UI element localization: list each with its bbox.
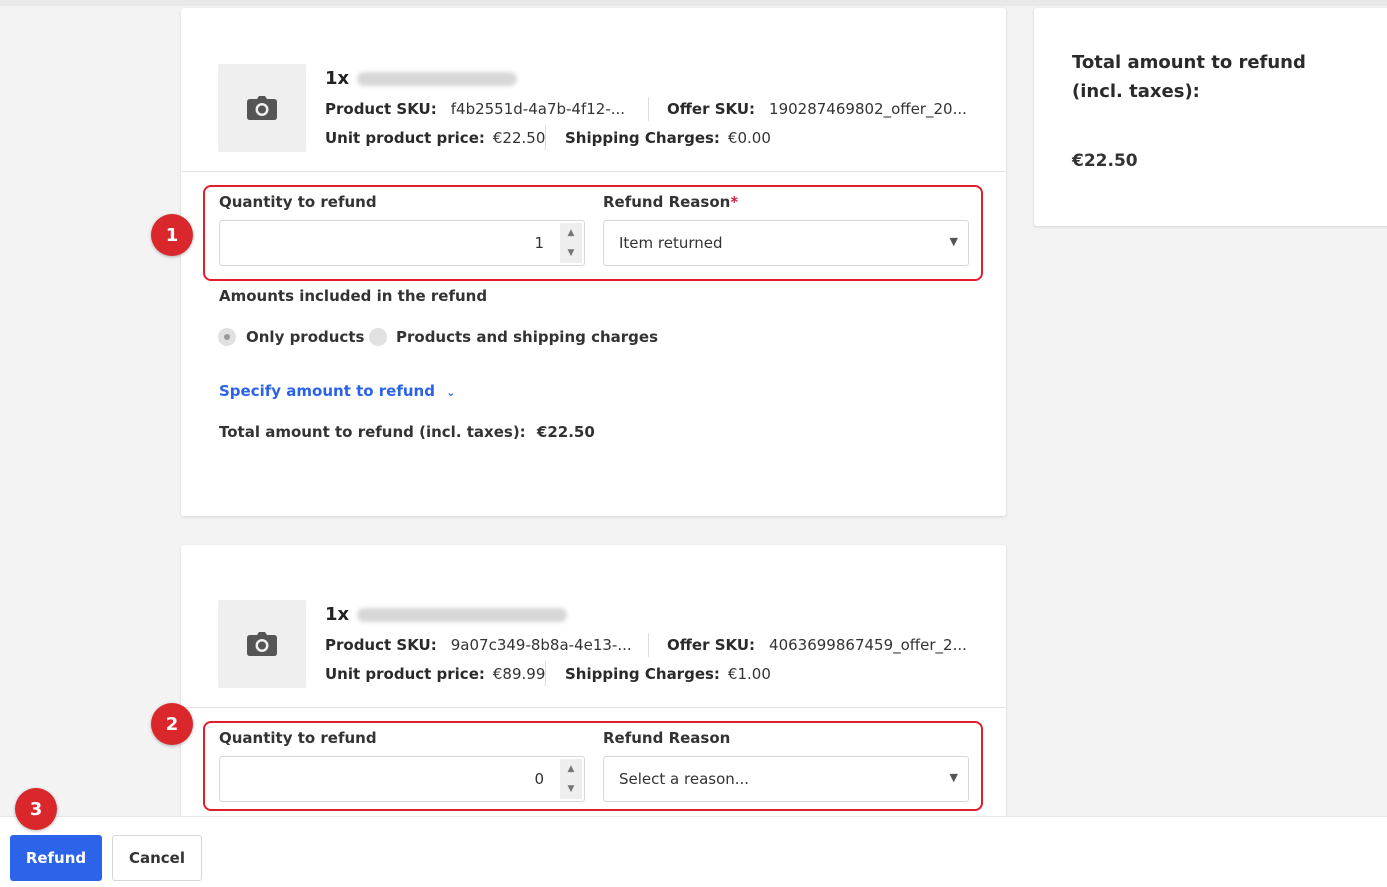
item-total-value: €22.50 [536,423,595,441]
divider [648,633,649,657]
specify-amount-text: Specify amount to refund [219,382,435,400]
shipping-charges: Shipping Charges: €0.00 [565,129,771,147]
only-products-label[interactable]: Only products [246,328,364,346]
top-strip [0,0,1387,6]
card-divider [181,707,1006,708]
unit-price-label: Unit product price: [325,129,485,147]
summary-title: Total amount to refund (incl. taxes): [1072,52,1306,102]
action-footer [0,816,1387,887]
product-sku-value: f4b2551d-4a7b-4f12-... [450,100,626,118]
refund-summary-card [1034,8,1387,226]
product-name-redacted [357,71,518,86]
offer-sku-label: Offer SKU: [667,636,756,654]
product-image-placeholder [218,600,306,688]
unit-price: Unit product price: €89.99 [325,665,545,683]
annotation-badge-3: 3 [15,788,57,830]
refund-button[interactable]: Refund [10,835,102,881]
product-sku-label: Product SKU: [325,100,437,118]
product-quantity: 1x [325,604,350,625]
camera-icon [247,632,277,656]
divider [545,662,546,686]
item-total: Total amount to refund (incl. taxes): €2… [219,423,595,441]
product-sku: Product SKU: f4b2551d-4a7b-4f12-... [325,100,625,118]
product-sku: Product SKU: 9a07c349-8b8a-4e13-... [325,636,632,654]
products-and-shipping-radio[interactable] [369,328,387,346]
offer-sku-value: 4063699867459_offer_2... [769,636,967,654]
annotation-badge-2: 2 [151,703,193,745]
product-quantity: 1x [325,68,350,89]
unit-price-value: €89.99 [492,665,546,683]
unit-price-label: Unit product price: [325,665,485,683]
product-title: 1x [325,604,568,625]
divider [648,97,649,121]
product-name-redacted [357,607,568,622]
only-products-radio[interactable] [218,328,236,346]
camera-icon [247,96,277,120]
divider [545,126,546,150]
product-sku-value: 9a07c349-8b8a-4e13-... [450,636,632,654]
annotation-highlight-1 [203,185,983,281]
annotation-badge-1: 1 [151,214,193,256]
specify-amount-link[interactable]: Specify amount to refund ⌄ [219,382,455,400]
unit-price: Unit product price: €22.50 [325,129,545,147]
offer-sku-value: 190287469802_offer_20... [769,100,967,118]
offer-sku-label: Offer SKU: [667,100,756,118]
product-title: 1x [325,68,518,89]
annotation-highlight-2 [203,721,983,811]
product-image-placeholder [218,64,306,152]
offer-sku: Offer SKU: 190287469802_offer_20... [667,100,967,118]
shipping-label: Shipping Charges: [565,665,720,683]
card-divider [181,171,1006,172]
offer-sku: Offer SKU: 4063699867459_offer_2... [667,636,967,654]
cancel-button[interactable]: Cancel [112,835,202,881]
unit-price-value: €22.50 [492,129,546,147]
shipping-value: €1.00 [727,665,771,683]
amounts-included-label: Amounts included in the refund [219,287,488,305]
item-total-label: Total amount to refund (incl. taxes): [219,423,526,441]
product-sku-label: Product SKU: [325,636,437,654]
shipping-charges: Shipping Charges: €1.00 [565,665,771,683]
shipping-label: Shipping Charges: [565,129,720,147]
shipping-value: €0.00 [727,129,771,147]
summary-amount: €22.50 [1072,151,1138,171]
products-and-shipping-label[interactable]: Products and shipping charges [396,328,658,346]
chevron-down-icon: ⌄ [446,386,456,399]
